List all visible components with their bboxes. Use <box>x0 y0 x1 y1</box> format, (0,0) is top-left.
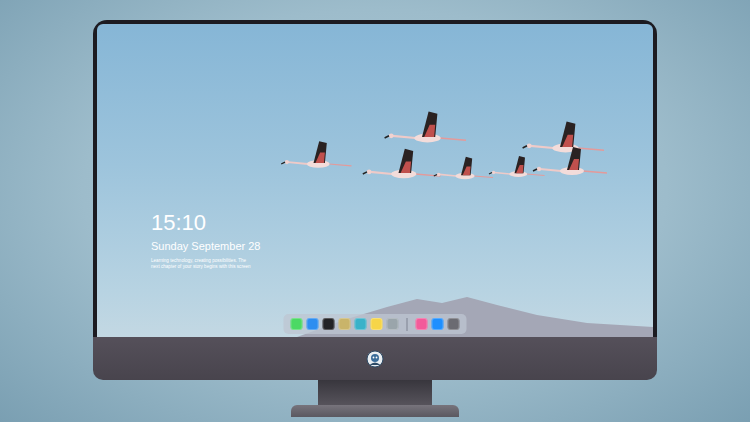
dock <box>284 314 467 334</box>
lock-caption: Learning technology, creating possibilit… <box>151 258 271 269</box>
monitor-base <box>291 405 459 417</box>
app-icon[interactable] <box>432 318 444 330</box>
dock-separator <box>407 318 408 331</box>
app-icon[interactable] <box>307 318 319 330</box>
app-icon[interactable] <box>323 318 335 330</box>
app-icon[interactable] <box>371 318 383 330</box>
monitor: 15:10 Sunday September 28 Learning techn… <box>93 20 657 417</box>
app-icon[interactable] <box>355 318 367 330</box>
app-icon[interactable] <box>416 318 428 330</box>
desktop-screen: 15:10 Sunday September 28 Learning techn… <box>97 24 653 337</box>
clock-date: Sunday September 28 <box>151 240 260 252</box>
stage: 15:10 Sunday September 28 Learning techn… <box>0 0 750 422</box>
clock-time: 15:10 <box>151 212 206 234</box>
flamingo-icon <box>97 24 653 224</box>
app-icon[interactable] <box>291 318 303 330</box>
caption-line: Learning technology, creating possibilit… <box>151 258 271 264</box>
brand-logo-icon <box>366 350 384 368</box>
caption-line: next chapter of your story begins with t… <box>151 264 271 270</box>
monitor-chin <box>93 337 657 380</box>
monitor-stand <box>318 380 432 405</box>
app-icon[interactable] <box>339 318 351 330</box>
app-icon[interactable] <box>448 318 460 330</box>
app-icon[interactable] <box>387 318 399 330</box>
monitor-bezel: 15:10 Sunday September 28 Learning techn… <box>93 20 657 337</box>
